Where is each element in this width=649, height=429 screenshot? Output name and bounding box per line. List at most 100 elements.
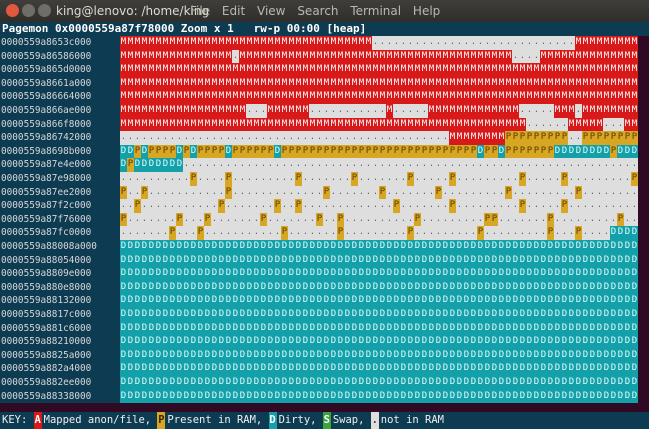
page-cell: M <box>281 49 288 64</box>
page-cell: . <box>470 185 477 200</box>
page-cell: M <box>337 63 344 77</box>
page-cell: M <box>421 63 428 77</box>
page-cell: . <box>582 212 589 227</box>
page-cell: D <box>253 362 260 376</box>
page-cell: M <box>519 76 526 91</box>
page-cell: D <box>400 362 407 376</box>
page-cell: D <box>484 321 491 336</box>
title-bar[interactable]: king@lenovo: /home/king File Edit View S… <box>0 0 649 22</box>
page-cell: D <box>330 240 337 254</box>
page-cell: . <box>519 49 526 64</box>
row-tail <box>638 90 649 104</box>
page-cell: D <box>463 294 470 308</box>
page-cell: D <box>477 253 484 268</box>
page-cell: D <box>428 348 435 363</box>
page-cell: . <box>372 104 379 118</box>
page-cell: . <box>435 158 442 172</box>
page-cell: . <box>624 158 631 172</box>
page-cell: . <box>162 131 169 145</box>
page-cell: D <box>295 308 302 322</box>
page-cell: . <box>414 185 421 200</box>
page-cell: M <box>435 117 442 132</box>
page-cell: . <box>253 172 260 186</box>
page-cell: D <box>169 294 176 308</box>
page-cell: . <box>421 131 428 145</box>
page-cell: D <box>477 144 484 159</box>
row-tail <box>638 389 649 404</box>
page-cell: D <box>568 308 575 322</box>
page-cell: D <box>134 158 141 172</box>
page-cell: M <box>414 90 421 104</box>
page-cell: D <box>351 321 358 336</box>
page-cell: D <box>610 308 617 322</box>
menu-help[interactable]: Help <box>413 4 440 18</box>
page-cell: D <box>337 280 344 295</box>
menu-edit[interactable]: Edit <box>222 4 245 18</box>
page-cell: M <box>603 63 610 77</box>
menu-file[interactable]: File <box>190 4 210 18</box>
page-cell: D <box>386 294 393 308</box>
page-cell: D <box>197 280 204 295</box>
page-cell: D <box>141 362 148 376</box>
page-cell: M <box>477 104 484 118</box>
page-cell: D <box>232 280 239 295</box>
page-cell: D <box>435 321 442 336</box>
page-cell: . <box>260 158 267 172</box>
page-cell: D <box>512 308 519 322</box>
page-cell: . <box>617 158 624 172</box>
page-cell: . <box>442 185 449 200</box>
page-cell: D <box>120 362 127 376</box>
terminal-area[interactable]: Pagemon 0x0000559a87f78000 Zoom x 1 rw-p… <box>0 22 649 429</box>
page-cell: D <box>470 376 477 390</box>
page-cell: M <box>631 90 638 104</box>
close-window-icon[interactable] <box>6 4 19 17</box>
page-cell: M <box>449 90 456 104</box>
page-cell: P <box>309 144 316 159</box>
page-cell: P <box>232 144 239 159</box>
page-cell: D <box>288 362 295 376</box>
page-cell: D <box>400 280 407 295</box>
page-cell: D <box>190 348 197 363</box>
page-cell: . <box>274 185 281 200</box>
page-cell: . <box>519 226 526 240</box>
page-cell: D <box>421 321 428 336</box>
page-cell: M <box>351 117 358 132</box>
page-cell: D <box>540 294 547 308</box>
page-cell: D <box>211 280 218 295</box>
page-cell: . <box>554 226 561 240</box>
page-cell: D <box>624 376 631 390</box>
page-cell: . <box>155 185 162 200</box>
page-cell: M <box>204 63 211 77</box>
page-cell: D <box>386 335 393 349</box>
page-cell: M <box>491 117 498 132</box>
menu-terminal[interactable]: Terminal <box>350 4 401 18</box>
page-cell: P <box>561 131 568 145</box>
page-cell: . <box>239 212 246 227</box>
maximize-window-icon[interactable] <box>38 4 51 17</box>
page-cell: . <box>211 158 218 172</box>
menu-view[interactable]: View <box>257 4 285 18</box>
page-cell: D <box>246 348 253 363</box>
page-cell: D <box>309 280 316 295</box>
page-cell: D <box>372 335 379 349</box>
page-cell: D <box>631 294 638 308</box>
menu-search[interactable]: Search <box>297 4 338 18</box>
minimize-window-icon[interactable] <box>22 4 35 17</box>
page-cell: M <box>533 90 540 104</box>
page-cell: D <box>533 362 540 376</box>
page-cell: . <box>498 226 505 240</box>
page-cell: . <box>603 158 610 172</box>
page-cell: M <box>435 90 442 104</box>
page-cell: D <box>253 267 260 281</box>
page-cell: D <box>505 267 512 281</box>
page-cell: . <box>442 131 449 145</box>
page-cell: . <box>358 131 365 145</box>
page-cell: . <box>218 158 225 172</box>
page-cell: P <box>407 226 414 240</box>
page-cell: . <box>484 199 491 213</box>
row-tail <box>638 36 649 50</box>
page-cell: . <box>435 131 442 145</box>
page-cell: . <box>596 158 603 172</box>
page-cell: D <box>582 376 589 390</box>
page-cell: D <box>414 348 421 363</box>
